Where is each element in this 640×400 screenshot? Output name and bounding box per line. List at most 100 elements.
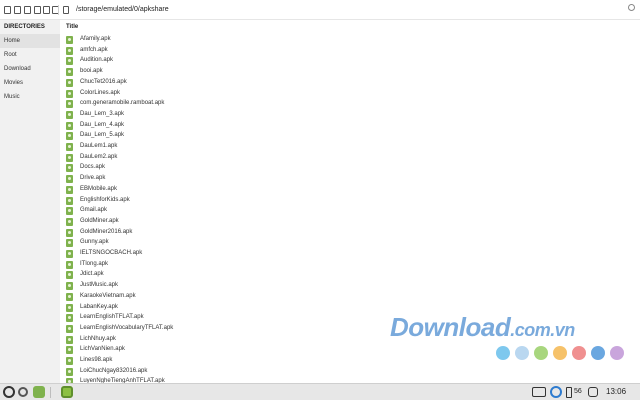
file-name: EBMobile.apk	[80, 185, 118, 192]
apk-file-icon	[66, 282, 73, 291]
battery-level: 56	[574, 388, 582, 395]
apk-file-icon	[66, 324, 73, 333]
file-name: amfch.apk	[80, 46, 108, 53]
file-name: DauLem1.apk	[80, 143, 118, 149]
sidebar-item-label: Download	[4, 66, 31, 72]
sidebar-item-music[interactable]: Music	[0, 90, 60, 104]
sidebar-title: DIRECTORIES	[4, 24, 45, 30]
apk-file-icon	[66, 335, 73, 344]
file-name: Audition.apk	[80, 57, 114, 64]
cut-icon[interactable]	[14, 6, 21, 14]
path-breadcrumb[interactable]: /storage/emulated/0/apkshare	[76, 6, 169, 13]
watermark-brand: Download	[390, 312, 511, 342]
sidebar-item-label: Music	[4, 94, 20, 100]
sidebar-item-label: Home	[4, 38, 21, 44]
watermark-dot	[496, 346, 510, 360]
apk-file-icon	[66, 260, 73, 269]
watermark-dot	[515, 346, 529, 360]
file-name: Drive.apk	[80, 175, 106, 182]
file-name: LearnEnglishVocabularyTFLAT.apk	[80, 324, 174, 331]
notifications-icon[interactable]	[588, 387, 598, 397]
file-name: LabanKey.apk	[80, 303, 118, 310]
watermark-dot	[553, 346, 567, 360]
file-name: Dau_Lem_3.apk	[80, 110, 125, 117]
file-name: DauLem2.apk	[80, 153, 118, 160]
back-icon[interactable]	[63, 6, 69, 14]
file-name: ITlong.apk	[80, 260, 109, 267]
file-name: EnglishforKids.apk	[80, 196, 130, 203]
file-name: Dau_Lem_4.apk	[80, 121, 125, 128]
apk-file-icon	[66, 303, 73, 312]
apk-file-icon	[66, 57, 73, 66]
apk-file-icon	[66, 314, 73, 323]
app-launcher-icon[interactable]	[33, 386, 45, 398]
copy-icon[interactable]	[4, 6, 11, 14]
file-name: com.generamobile.ramboat.apk	[80, 100, 165, 107]
file-name: booi.apk	[80, 68, 103, 75]
apk-file-icon	[66, 110, 73, 119]
watermark-suffix: .com.vn	[510, 320, 575, 340]
file-name: IELTSNGOCBACH.apk	[80, 250, 143, 256]
rename-icon[interactable]	[34, 6, 41, 14]
file-name: Docs.apk	[80, 164, 106, 171]
apk-file-icon	[66, 132, 73, 141]
apk-file-icon	[66, 78, 73, 87]
file-name: Afamily.apk	[80, 36, 111, 42]
column-header-title[interactable]: Title	[66, 24, 78, 30]
apk-file-icon	[66, 271, 73, 280]
toolbar: /storage/emulated/0/apkshare	[0, 0, 640, 20]
file-name: LearnEnglishTFLAT.apk	[80, 314, 144, 321]
sidebar-item-movies[interactable]: Movies	[0, 76, 60, 90]
close-window-icon[interactable]	[628, 4, 635, 11]
file-name: JustMusic.apk	[80, 282, 119, 289]
watermark-dot	[572, 346, 586, 360]
watermark-dot	[610, 346, 624, 360]
taskbar-separator	[50, 387, 51, 398]
file-name: Gunny.apk	[80, 239, 109, 246]
file-name: Gmail.apk	[80, 207, 108, 214]
sidebar-item-label: Movies	[4, 80, 24, 86]
file-name: LichVanNien.apk	[80, 346, 125, 353]
new-file-icon[interactable]	[43, 6, 50, 14]
sidebar-item-home[interactable]: Home	[0, 34, 60, 48]
keyboard-icon[interactable]	[532, 387, 546, 397]
apk-file-icon	[66, 357, 73, 365]
battery-icon[interactable]	[566, 387, 572, 398]
start-menu-icon[interactable]	[3, 386, 15, 398]
apk-file-icon	[66, 217, 73, 226]
apk-file-icon	[66, 100, 73, 109]
wifi-icon[interactable]	[550, 386, 562, 398]
clock[interactable]: 13:06	[606, 387, 626, 396]
file-name: GoldMiner.apk	[80, 217, 119, 224]
apk-file-icon	[66, 36, 73, 44]
apk-file-icon	[66, 367, 73, 376]
file-name: ColorLines.apk	[80, 89, 121, 96]
apk-file-icon	[66, 185, 73, 194]
apk-file-icon	[66, 292, 73, 301]
delete-icon[interactable]	[24, 6, 31, 14]
file-manager-taskbar-icon[interactable]	[61, 386, 73, 398]
search-icon[interactable]	[18, 387, 28, 397]
apk-file-icon	[66, 346, 73, 355]
file-name: ChucTet2016.apk	[80, 78, 127, 85]
apk-file-icon	[66, 207, 73, 216]
file-name: LoiChucNgay832016.apk	[80, 367, 148, 374]
apk-file-icon	[66, 46, 73, 55]
watermark-logo: Download.com.vn	[390, 312, 575, 343]
apk-file-icon	[66, 164, 73, 173]
apk-file-icon	[66, 153, 73, 162]
watermark-dot	[534, 346, 548, 360]
apk-file-icon	[66, 121, 73, 130]
file-name: Jdict.apk	[80, 271, 104, 278]
sidebar-item-root[interactable]: Root	[0, 48, 60, 62]
apk-file-icon	[66, 175, 73, 184]
apk-file-icon	[66, 239, 73, 248]
apk-file-icon	[66, 89, 73, 98]
sidebar-item-download[interactable]: Download	[0, 62, 60, 76]
file-name: LichNhuy.apk	[80, 335, 116, 342]
watermark-dots	[496, 346, 632, 360]
sidebar-item-label: Root	[4, 52, 17, 58]
apk-file-icon	[66, 196, 73, 205]
apk-file-icon	[66, 250, 73, 258]
apk-file-icon	[66, 143, 73, 151]
